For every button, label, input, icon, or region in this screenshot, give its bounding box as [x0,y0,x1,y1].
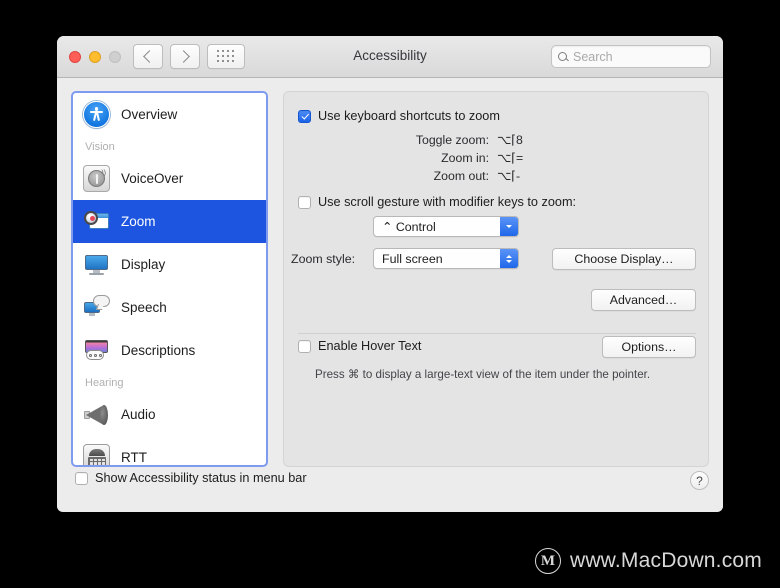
screenshot-root: Accessibility Overview Vision [0,0,780,588]
use-keyboard-shortcuts-checkbox[interactable] [298,109,311,123]
show-status-menu-bar-checkbox[interactable] [75,471,88,485]
use-keyboard-shortcuts-label: Use keyboard shortcuts to zoom [318,109,500,123]
sidebar-item-speech[interactable]: Speech [73,286,266,329]
sidebar-item-label: Overview [121,107,178,122]
sidebar-item-rtt[interactable]: RTT [73,436,266,465]
use-scroll-gesture-label: Use scroll gesture with modifier keys to… [318,195,577,209]
search-icon [558,52,567,61]
sidebar-section-hearing: Hearing [85,376,124,389]
sidebar-item-label: Speech [121,300,167,315]
enable-hover-text-checkbox-row[interactable]: Enable Hover Text [298,339,421,353]
toggle-zoom-row: Toggle zoom: ⌥⌈8 [284,133,710,150]
search-field[interactable] [551,45,711,68]
rtt-teletype-icon [83,444,110,465]
sidebar-item-audio[interactable]: Audio [73,393,266,436]
section-divider [298,333,696,334]
window-body: Overview Vision ◂)) VoiceOver Zoom [57,78,723,511]
modifier-key-value: ⌃ Control [382,220,436,234]
sidebar-item-label: RTT [121,450,147,465]
checkmark-icon [300,111,309,120]
toggle-zoom-value: ⌥⌈8 [497,133,523,147]
zoom-out-row: Zoom out: ⌥⌈- [284,169,710,186]
sidebar-item-zoom[interactable]: Zoom [73,200,266,243]
window-bottom-bar: Show Accessibility status in menu bar ? [57,467,723,511]
accessibility-sidebar[interactable]: Overview Vision ◂)) VoiceOver Zoom [71,91,268,467]
hover-text-hint: Press ⌘ to display a large-text view of … [315,368,651,381]
speech-bubble-icon [83,294,110,321]
display-monitor-icon [83,251,110,278]
watermark-text: www.MacDown.com [569,549,762,572]
modifier-key-dropdown[interactable]: ⌃ Control [373,216,519,237]
zoom-magnifier-icon [83,208,110,235]
sidebar-item-voiceover[interactable]: ◂)) VoiceOver [73,157,266,200]
sidebar-item-descriptions[interactable]: Descriptions [73,329,266,372]
sidebar-item-label: VoiceOver [121,171,184,186]
zoom-settings-panel: Use keyboard shortcuts to zoom Toggle zo… [283,91,709,467]
zoom-in-value: ⌥⌈= [497,151,524,165]
sidebar-item-overview[interactable]: Overview [73,93,266,136]
show-status-menu-bar-checkbox-row[interactable]: Show Accessibility status in menu bar [75,471,307,485]
macdown-logo-icon: M [534,548,561,574]
use-scroll-gesture-checkbox[interactable] [298,195,311,209]
zoom-style-value: Full screen [382,251,443,266]
zoom-style-label: Zoom style: [291,252,356,266]
watermark: M www.MacDown.com [534,548,762,574]
sidebar-item-label: Zoom [121,214,156,229]
up-down-arrows-icon[interactable] [500,249,518,268]
zoom-out-label: Zoom out: [433,169,489,183]
sidebar-section-vision: Vision [85,140,115,153]
search-input[interactable] [573,49,704,64]
accessibility-person-icon [83,101,110,128]
use-scroll-gesture-checkbox-row[interactable]: Use scroll gesture with modifier keys to… [298,195,576,209]
speaker-icon [83,401,110,428]
enable-hover-text-label: Enable Hover Text [318,339,422,353]
system-preferences-window: Accessibility Overview Vision [57,36,723,512]
enable-hover-text-checkbox[interactable] [298,339,311,353]
voiceover-icon: ◂)) [83,165,110,192]
zoom-in-row: Zoom in: ⌥⌈= [284,151,710,168]
chevron-down-icon[interactable] [500,217,518,236]
use-keyboard-shortcuts-checkbox-row[interactable]: Use keyboard shortcuts to zoom [298,109,500,123]
choose-display-button[interactable]: Choose Display… [552,248,696,270]
advanced-button[interactable]: Advanced… [591,289,696,311]
window-titlebar: Accessibility [57,36,723,78]
sidebar-item-label: Display [121,257,166,272]
toggle-zoom-label: Toggle zoom: [415,133,489,147]
zoom-style-dropdown[interactable]: Full screen [373,248,519,269]
descriptions-icon [83,337,110,364]
help-button[interactable]: ? [690,471,709,490]
sidebar-item-label: Descriptions [121,343,196,358]
zoom-in-label: Zoom in: [441,151,489,165]
show-status-menu-bar-label: Show Accessibility status in menu bar [95,471,307,485]
hover-text-options-button[interactable]: Options… [602,336,696,358]
sidebar-item-display[interactable]: Display [73,243,266,286]
sidebar-item-label: Audio [121,407,156,422]
zoom-out-value: ⌥⌈- [497,169,521,183]
